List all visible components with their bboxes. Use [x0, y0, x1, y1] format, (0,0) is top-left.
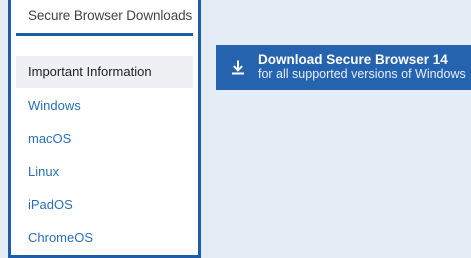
download-button-subtitle: for all supported versions of Windows — [258, 67, 466, 82]
download-secure-browser-button[interactable]: Download Secure Browser 14 for all suppo… — [216, 45, 471, 90]
sidebar-header: Secure Browser Downloads — [28, 8, 193, 23]
sidebar-divider — [16, 33, 193, 36]
sidebar-item-macos[interactable]: macOS — [11, 122, 198, 155]
download-button-text: Download Secure Browser 14 for all suppo… — [258, 52, 466, 82]
sidebar-item-chromeos[interactable]: ChromeOS — [11, 221, 198, 254]
sidebar-item-windows[interactable]: Windows — [11, 89, 198, 122]
download-button-title: Download Secure Browser 14 — [258, 52, 448, 68]
download-icon — [232, 60, 244, 74]
sidebar-list: Important Information Windows macOS Linu… — [11, 56, 198, 254]
sidebar-item-linux[interactable]: Linux — [11, 155, 198, 188]
downloads-sidebar: Secure Browser Downloads Important Infor… — [8, 0, 201, 258]
sidebar-item-important-information[interactable]: Important Information — [16, 56, 193, 88]
sidebar-item-ipados[interactable]: iPadOS — [11, 188, 198, 221]
